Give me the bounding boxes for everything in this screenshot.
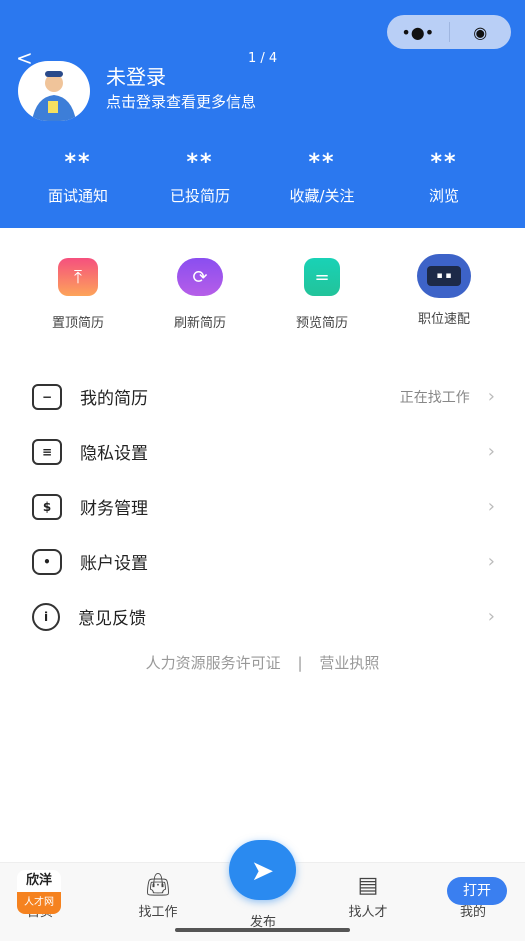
tab-label: 找人才	[348, 905, 388, 920]
resume-status: 正在找工作	[399, 389, 470, 406]
user-name[interactable]: 未登录	[106, 61, 166, 90]
menu-account[interactable]: • 账户设置 ›	[0, 534, 525, 589]
menu-finance[interactable]: $ 财务管理 ›	[0, 479, 525, 534]
menu-my-resume[interactable]: − 我的简历 正在找工作 ›	[0, 369, 525, 424]
tab-label: 我的	[459, 905, 486, 920]
menu-label: 意见反馈	[78, 609, 146, 629]
home-indicator	[175, 928, 350, 932]
menu-label: 账户设置	[80, 554, 148, 574]
chevron-right-icon: ›	[487, 606, 495, 627]
paper-plane-icon: ➤	[250, 853, 275, 887]
quick-refresh-resume[interactable]: ⟳ 刷新简历	[139, 258, 261, 331]
license-link[interactable]: 人力资源服务许可证	[146, 654, 281, 672]
tab-label: 找工作	[138, 905, 178, 920]
footer-links: 人力资源服务许可证 | 营业执照	[0, 652, 525, 673]
stat-label: 浏览	[428, 187, 459, 205]
chevron-right-icon: ›	[487, 441, 495, 462]
stat-label: 收藏/关注	[289, 187, 355, 205]
chevron-right-icon: ›	[487, 496, 495, 517]
quick-label: 职位速配	[417, 312, 470, 327]
quick-pin-resume[interactable]: ⤒ 置顶简历	[17, 258, 139, 331]
stat-interview[interactable]: ** 面试通知	[17, 150, 139, 206]
menu-label: 财务管理	[80, 499, 148, 519]
tab-talent[interactable]: ▤ 找人才	[328, 873, 408, 920]
quick-label: 预览简历	[295, 316, 348, 331]
stat-value: **	[430, 150, 458, 175]
stat-label: 面试通知	[47, 187, 108, 205]
info-icon: i	[32, 602, 60, 631]
page-indicator: 1 / 4	[248, 51, 278, 66]
briefcase-icon: 👜︎	[144, 873, 172, 898]
business-license-link[interactable]: 营业执照	[319, 654, 379, 672]
stat-value: **	[308, 150, 336, 175]
quick-job-match[interactable]: ▪ ▪ 职位速配	[383, 254, 505, 331]
avatar[interactable]	[18, 61, 90, 121]
chevron-right-icon: ›	[487, 551, 495, 572]
stat-label: 已投简历	[169, 187, 230, 205]
search-resume-icon: ▤	[357, 873, 379, 898]
target-circle-icon[interactable]: ◉	[450, 23, 512, 42]
login-prompt[interactable]: 点击登录查看更多信息	[106, 91, 256, 112]
stat-applied[interactable]: ** 已投简历	[139, 150, 261, 206]
pin-top-icon: ⤒	[58, 258, 98, 296]
stat-views[interactable]: ** 浏览	[383, 150, 505, 206]
logo-text: 人才网	[17, 892, 61, 914]
menu-label: 我的简历	[80, 389, 148, 409]
hexagon-settings-icon: •	[32, 548, 62, 575]
menu-label: 隐私设置	[80, 444, 148, 464]
robot-icon: ▪ ▪	[417, 254, 471, 298]
stats-row: ** 面试通知 ** 已投简历 ** 收藏/关注 ** 浏览	[0, 150, 525, 206]
app-logo: 欣洋 人才网	[17, 870, 61, 914]
quick-actions: ⤒ 置顶简历 ⟳ 刷新简历 = 预览简历 ▪ ▪ 职位速配	[0, 254, 525, 331]
menu-list: − 我的简历 正在找工作 › ≡ 隐私设置 › $ 财务管理 › • 账户设置 › i 意见反馈 ›	[0, 369, 525, 644]
stat-favorites[interactable]: ** 收藏/关注	[261, 150, 383, 206]
publish-button[interactable]: ➤	[229, 840, 296, 900]
mini-program-capsule: •●• ◉	[387, 15, 511, 49]
stat-value: **	[186, 150, 214, 175]
menu-privacy[interactable]: ≡ 隐私设置 ›	[0, 424, 525, 479]
open-app-button[interactable]: 打开	[447, 877, 507, 905]
privacy-lock-icon: ≡	[32, 438, 62, 465]
wallet-icon: $	[32, 493, 62, 520]
tab-jobs[interactable]: 👜︎ 找工作	[118, 873, 198, 920]
folder-icon: −	[32, 383, 62, 410]
logo-text: 欣洋	[25, 873, 52, 888]
more-dots-icon[interactable]: •●•	[387, 23, 449, 42]
stat-value: **	[64, 150, 92, 175]
refresh-icon: ⟳	[177, 258, 223, 296]
document-icon: =	[304, 258, 340, 296]
chevron-right-icon: ›	[487, 386, 495, 407]
quick-label: 刷新简历	[173, 316, 226, 331]
menu-feedback[interactable]: i 意见反馈 ›	[0, 589, 525, 644]
quick-label: 置顶简历	[51, 316, 104, 331]
divider: |	[297, 654, 303, 672]
quick-preview-resume[interactable]: = 预览简历	[261, 258, 383, 331]
